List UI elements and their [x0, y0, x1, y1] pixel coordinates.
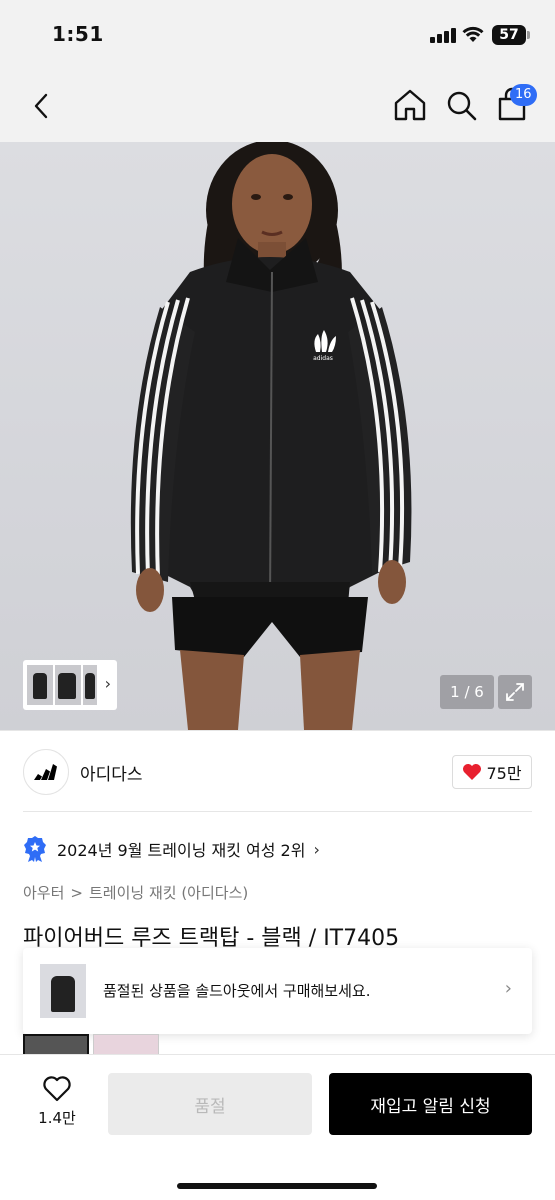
home-indicator: [177, 1183, 377, 1189]
signal-icon: [430, 27, 456, 43]
expand-icon: [506, 683, 524, 701]
wishlist-count: 1.4만: [38, 1109, 76, 1127]
bottom-action-bar: 1.4만 품절 재입고 알림 신청: [0, 1054, 555, 1200]
ranking-badge-icon: [24, 836, 46, 862]
cart-count-badge: 16: [510, 84, 537, 106]
image-page-counter: 1 / 6: [440, 675, 494, 709]
status-bar: 1:51 57: [0, 0, 555, 70]
breadcrumb-subcategory[interactable]: 트레이닝 재킷 (아디다스): [89, 882, 248, 903]
color-option-black[interactable]: [23, 1034, 89, 1056]
home-icon: [394, 89, 426, 121]
soldout-promo-banner[interactable]: 품절된 상품을 솔드아웃에서 구매해보세요. ›: [23, 948, 532, 1034]
logo-text: adidas: [313, 355, 333, 362]
product-image-gallery[interactable]: adidas: [0, 142, 555, 730]
thumbnail-image[interactable]: [83, 665, 97, 705]
breadcrumb-category[interactable]: 아우터: [23, 882, 64, 903]
heart-outline-icon: [43, 1076, 71, 1102]
chevron-left-icon: [34, 93, 48, 119]
breadcrumb-separator: >: [70, 883, 83, 902]
ranking-text: 2024년 9월 트레이닝 재킷 여성 2위: [57, 841, 306, 860]
brand-like-button[interactable]: 75만: [452, 755, 532, 789]
brand-like-count: 75만: [486, 764, 522, 783]
ranking-link[interactable]: 2024년 9월 트레이닝 재킷 여성 2위 ›: [23, 834, 320, 864]
search-button[interactable]: [444, 86, 480, 124]
restock-alert-button[interactable]: 재입고 알림 신청: [329, 1073, 532, 1135]
expand-image-button[interactable]: [498, 675, 532, 709]
wishlist-button[interactable]: 1.4만: [22, 1075, 92, 1135]
gallery-thumbnail-strip[interactable]: ›: [23, 660, 117, 710]
chevron-right-icon: ›: [313, 839, 320, 859]
soldout-banner-text: 품절된 상품을 솔드아웃에서 구매해보세요.: [103, 982, 371, 1000]
product-photo: adidas: [130, 142, 412, 730]
chevron-right-icon: ›: [104, 674, 111, 693]
soldout-product-thumbnail: [40, 964, 86, 1018]
thumbnail-image[interactable]: [55, 665, 81, 705]
battery-icon: 57: [492, 25, 526, 45]
breadcrumb: 아우터 > 트레이닝 재킷 (아디다스): [23, 882, 248, 903]
status-time: 1:51: [52, 22, 104, 46]
thumbnail-image[interactable]: [27, 665, 53, 705]
brand-name[interactable]: 아디다스: [80, 760, 143, 785]
chevron-right-icon: ›: [504, 978, 512, 999]
battery-tip: [527, 31, 530, 39]
soldout-button: 품절: [108, 1073, 312, 1135]
search-icon: [447, 91, 477, 121]
wifi-icon: [462, 26, 484, 42]
home-button[interactable]: [392, 86, 428, 124]
top-nav-bar: [0, 70, 555, 142]
color-option-pink[interactable]: [93, 1034, 159, 1056]
divider: [23, 811, 532, 812]
color-option-list: [23, 1034, 159, 1056]
adidas-logo-icon: [34, 764, 57, 780]
back-button[interactable]: [26, 88, 56, 124]
heart-filled-icon: [463, 764, 482, 780]
brand-logo[interactable]: [23, 749, 69, 795]
brand-row: 아디다스 75만: [0, 730, 555, 812]
